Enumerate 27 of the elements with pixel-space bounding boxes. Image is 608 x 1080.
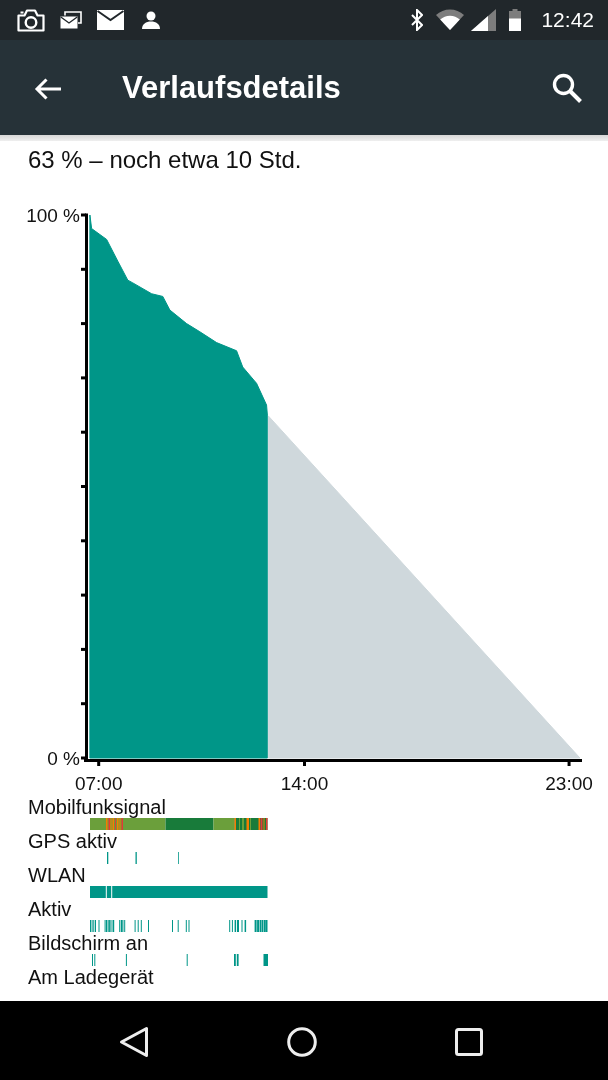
axis-label: 07:00 — [74, 773, 123, 794]
home-icon[interactable] — [287, 1027, 317, 1057]
signal-icon — [471, 9, 497, 31]
track-label: WLAN — [27, 865, 86, 886]
track-label: Am Ladegerät — [27, 967, 154, 988]
track-label: GPS aktiv — [27, 831, 117, 852]
mail-stack-icon — [60, 11, 82, 29]
mail-icon — [97, 10, 124, 30]
battery-icon — [509, 9, 522, 31]
back-arrow-icon[interactable] — [34, 76, 62, 101]
axis-label: 0 % — [47, 747, 80, 769]
screen-title: Verlaufsdetails — [122, 69, 341, 106]
axis-label: 100 % — [26, 204, 80, 226]
back-icon[interactable] — [119, 1026, 149, 1058]
camera-icon — [17, 8, 45, 32]
track-label: Aktiv — [27, 899, 72, 920]
track-label: Mobilfunksignal — [27, 797, 166, 818]
recents-icon[interactable] — [455, 1028, 483, 1056]
axis-label: 23:00 — [545, 773, 593, 794]
search-icon[interactable] — [552, 72, 582, 103]
bluetooth-icon — [411, 9, 424, 31]
wifi-icon — [436, 9, 465, 31]
clock-time: 12:42 — [541, 8, 594, 32]
battery-summary-text: 63 % – noch etwa 10 Std. — [28, 146, 302, 173]
person-icon — [142, 11, 160, 29]
axis-label: 14:00 — [280, 773, 329, 794]
track-label: Bildschirm an — [27, 933, 149, 954]
